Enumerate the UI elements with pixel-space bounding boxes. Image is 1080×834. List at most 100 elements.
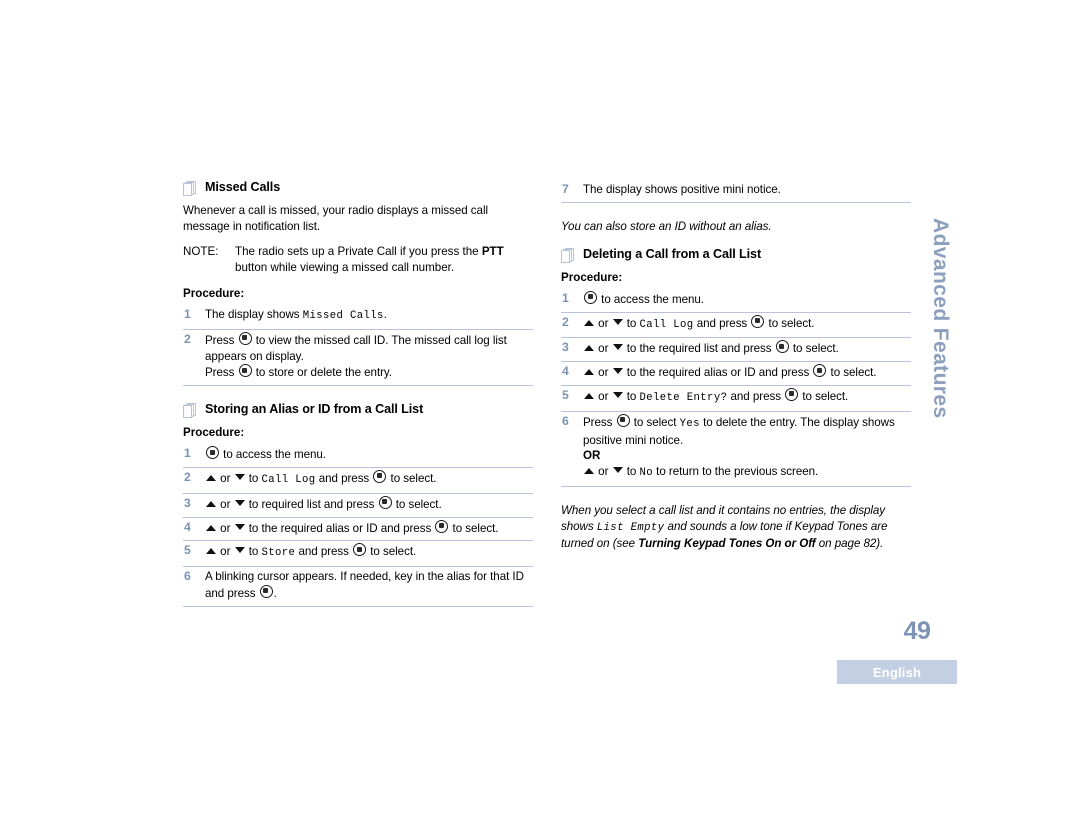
- step-text-second-line: Press: [205, 366, 238, 380]
- note-block-missed-calls: NOTE: The radio sets up a Private Call i…: [183, 244, 533, 275]
- step-item: 1 to access the menu.: [561, 289, 911, 313]
- round-menu-select-key-icon: [378, 495, 392, 509]
- procedure-label-2: Procedure:: [183, 426, 245, 440]
- step-number: 3: [184, 495, 191, 510]
- language-badge-label: English: [872, 664, 922, 680]
- step-text-alt-end: to return to the previous screen.: [653, 465, 819, 479]
- step-item: 2 Press to view the missed call ID. The …: [183, 330, 533, 387]
- step-number: 4: [184, 519, 191, 534]
- display-text: Call Log: [261, 473, 316, 486]
- note-text-part-b: button while viewing a missed call numbe…: [235, 260, 455, 274]
- section-heading-storing-alias: Storing an Alias or ID from a Call List: [183, 402, 533, 419]
- step-text-end: to select.: [789, 342, 839, 356]
- step-text-alt-cont: to: [623, 465, 640, 479]
- round-menu-select-key-icon: [373, 469, 387, 483]
- step-number: 6: [562, 413, 569, 428]
- round-menu-select-key-icon: [775, 340, 789, 354]
- round-menu-select-key-icon: [206, 446, 219, 460]
- step-item: 2 or to Call Log and press to select.: [561, 313, 911, 339]
- procedure-label-1: Procedure:: [183, 287, 245, 300]
- note-text-bold: PTT: [481, 245, 504, 258]
- right-column: 7 The display shows positive mini notice…: [561, 180, 911, 552]
- triangle-up-icon: [584, 345, 594, 352]
- cross-reference-bold: Turning Keypad Tones On or Off: [638, 536, 816, 550]
- document-page: Missed Calls Whenever a call is missed, …: [0, 0, 1080, 834]
- step-text: or: [217, 471, 234, 485]
- round-menu-select-key-icon: [785, 387, 799, 401]
- triangle-down-icon: [234, 547, 245, 554]
- triangle-down-icon: [234, 523, 245, 530]
- step-text: or: [217, 521, 234, 535]
- stacked-pages-icon: [183, 181, 198, 196]
- triangle-up-icon: [206, 524, 216, 531]
- step-number: 1: [562, 290, 569, 305]
- step-text: to access the menu.: [598, 292, 704, 306]
- round-menu-select-key-icon: [353, 543, 367, 557]
- step-text: A blinking cursor appears. If needed, ke…: [205, 570, 524, 600]
- step-text-end: to select.: [392, 497, 442, 511]
- display-text-list-empty: List Empty: [596, 521, 665, 534]
- step-text-cont: to required list and press: [245, 497, 378, 511]
- step-item: 4 or to the required alias or ID and pre…: [561, 362, 911, 386]
- section-heading-label: Deleting a Call from a Call List: [583, 246, 762, 261]
- step-item: 2 or to Call Log and press to select.: [183, 468, 533, 494]
- round-menu-select-key-icon: [813, 364, 827, 378]
- procedure-steps-storing-alias: 1 to access the menu. 2 or to Call Log a…: [183, 444, 533, 607]
- note-text-part-a: The radio sets up a Private Call if you …: [235, 245, 482, 258]
- note-store-without-alias: You can also store an ID without an alia…: [561, 219, 772, 233]
- step-text-end: to select.: [765, 316, 815, 330]
- missed-calls-intro: Whenever a call is missed, your radio di…: [183, 204, 488, 233]
- section-heading-deleting-call: Deleting a Call from a Call List: [561, 247, 911, 263]
- step-item: 3 or to the required list and press to s…: [561, 338, 911, 363]
- round-menu-select-key-icon: [259, 584, 273, 598]
- triangle-down-icon: [612, 344, 623, 351]
- step-number: 3: [562, 340, 569, 355]
- or-label: OR: [583, 449, 601, 463]
- step-number: 1: [184, 307, 191, 321]
- triangle-up-icon: [584, 468, 594, 475]
- step-text-end: to select.: [387, 471, 437, 485]
- step-number: 6: [184, 569, 191, 584]
- display-text: Store: [261, 547, 296, 560]
- round-menu-select-key-icon: [616, 413, 630, 427]
- triangle-down-icon: [234, 499, 245, 506]
- step-item: 3 or to required list and press to selec…: [183, 494, 533, 518]
- step-text: or: [217, 545, 234, 559]
- step-text-cont2: and press: [693, 316, 751, 330]
- step-text-end: .: [273, 586, 277, 600]
- section-heading-label: Missed Calls: [205, 180, 281, 194]
- step-text-cont: to: [245, 471, 262, 485]
- step-number: 5: [562, 387, 569, 402]
- step-number: 2: [184, 331, 191, 346]
- triangle-up-icon: [584, 392, 594, 399]
- section-heading-label: Storing an Alias or ID from a Call List: [205, 402, 424, 417]
- step-number: 5: [184, 543, 191, 558]
- procedure-steps-deleting-call: 1 to access the menu. 2 or to Call Log a…: [561, 289, 911, 487]
- step-number: 7: [562, 182, 569, 196]
- triangle-down-icon: [612, 391, 623, 398]
- step-text: or: [595, 316, 612, 330]
- closing-note: When you select a call list and it conta…: [561, 503, 911, 552]
- step-text-cont2: and press: [315, 471, 373, 485]
- step-number: 2: [184, 469, 191, 484]
- step-number: 1: [184, 446, 191, 461]
- triangle-up-icon: [206, 474, 216, 481]
- step-text-end: to select.: [799, 389, 849, 403]
- triangle-down-icon: [612, 318, 623, 325]
- step-text: or: [595, 366, 612, 380]
- triangle-down-icon: [234, 473, 245, 480]
- step-text-end: to select.: [449, 521, 499, 535]
- step-item: 1 to access the menu.: [183, 444, 533, 468]
- round-menu-select-key-icon: [435, 519, 449, 533]
- triangle-up-icon: [206, 500, 216, 507]
- step-text-end: to select.: [827, 366, 877, 380]
- procedure-steps-missed-calls: 1 The display shows Missed Calls. 2 Pres…: [183, 305, 533, 387]
- step-text: or: [217, 497, 234, 511]
- display-text: Missed Calls: [302, 310, 384, 322]
- note-text: The radio sets up a Private Call if you …: [235, 244, 533, 275]
- chapter-tab-label: Advanced Features: [929, 218, 952, 419]
- step-item: 7 The display shows positive mini notice…: [561, 180, 911, 203]
- procedure-steps-continued: 7 The display shows positive mini notice…: [561, 180, 911, 203]
- step-number: 4: [562, 364, 569, 379]
- step-text: The display shows positive mini notice.: [583, 183, 781, 196]
